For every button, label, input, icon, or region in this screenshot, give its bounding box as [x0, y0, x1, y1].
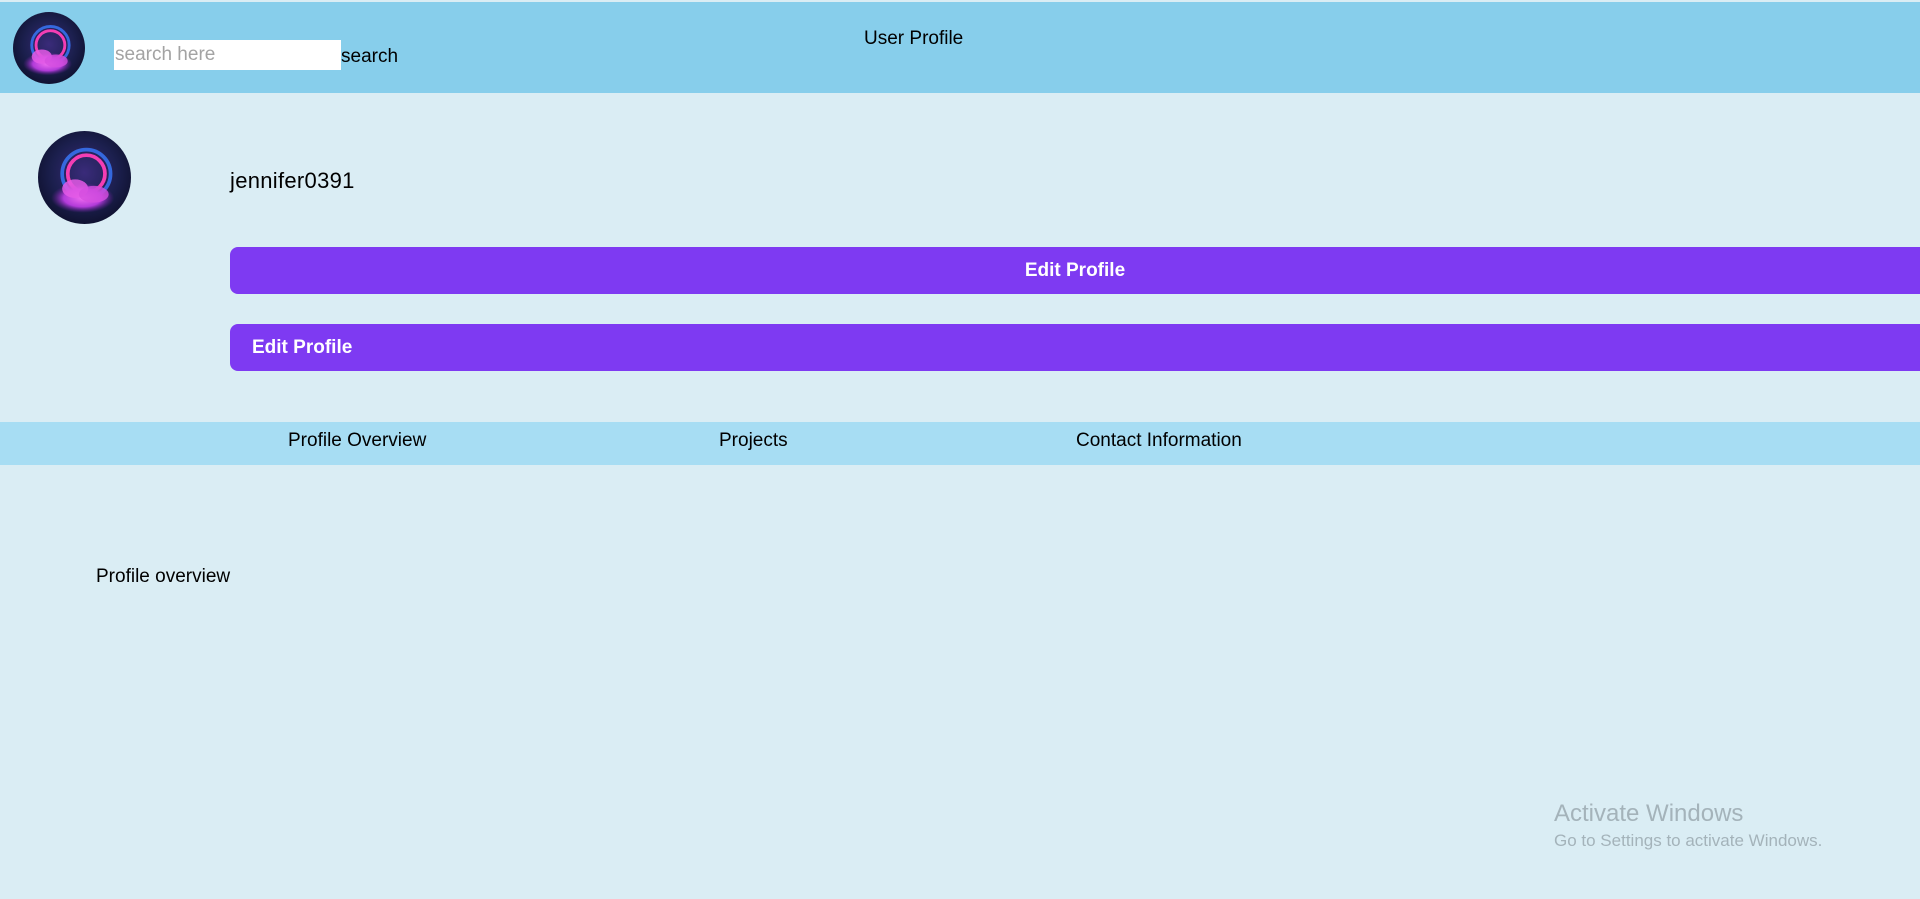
edit-profile-button-secondary[interactable]: Edit Profile: [230, 324, 1920, 371]
search-input[interactable]: [114, 40, 341, 70]
avatar-image-icon: [13, 12, 85, 84]
watermark-title: Activate Windows: [1554, 800, 1744, 827]
avatar-image-icon: [38, 131, 131, 224]
tab-projects[interactable]: Projects: [719, 430, 788, 452]
header-avatar[interactable]: [13, 12, 85, 84]
watermark-subtitle: Go to Settings to activate Windows.: [1554, 831, 1823, 850]
user-profile-page: search User Profile: [0, 0, 1920, 899]
page-title: User Profile: [864, 28, 964, 49]
username: jennifer0391: [230, 168, 355, 193]
top-header: search User Profile: [0, 2, 1920, 93]
edit-profile-button[interactable]: Edit Profile: [230, 247, 1920, 294]
tab-profile-overview[interactable]: Profile Overview: [288, 430, 426, 452]
windows-activation-watermark: Activate Windows Go to Settings to activ…: [1554, 799, 1822, 853]
profile-avatar: [38, 131, 131, 224]
profile-tabs: Profile Overview Projects Contact Inform…: [0, 422, 1920, 465]
search-button[interactable]: search: [341, 42, 398, 72]
profile-overview-content: Profile overview: [96, 566, 231, 587]
tab-contact-information[interactable]: Contact Information: [1076, 430, 1242, 452]
